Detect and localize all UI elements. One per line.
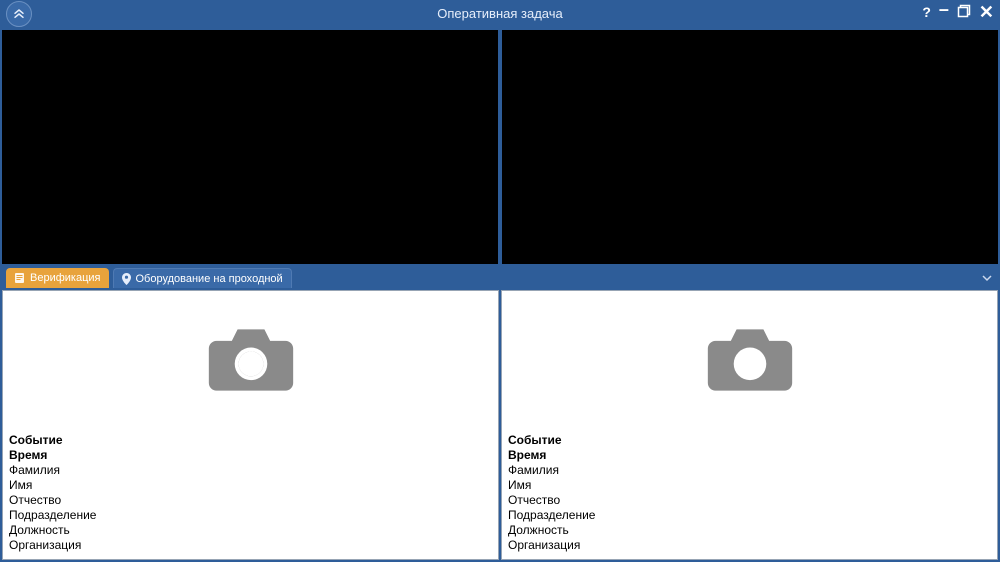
field-lastname: Фамилия bbox=[508, 463, 991, 478]
verify-pane-right: Событие Время Фамилия Имя Отчество Подра… bbox=[501, 290, 998, 560]
chevron-down-icon bbox=[982, 273, 992, 283]
restore-icon bbox=[957, 4, 971, 18]
field-time: Время bbox=[9, 448, 492, 463]
field-firstname: Имя bbox=[9, 478, 492, 493]
video-pane-left[interactable] bbox=[2, 30, 498, 264]
tab-equipment[interactable]: Оборудование на проходной bbox=[113, 268, 292, 288]
field-position: Должность bbox=[9, 523, 492, 538]
chevrons-up-icon bbox=[11, 6, 27, 22]
field-event: Событие bbox=[508, 433, 991, 448]
tab-strip: Верификация Оборудование на проходной bbox=[0, 268, 1000, 288]
camera-icon bbox=[205, 320, 297, 400]
field-time: Время bbox=[508, 448, 991, 463]
window-controls: ? – ✕ bbox=[922, 3, 994, 21]
verification-area: Событие Время Фамилия Имя Отчество Подра… bbox=[0, 288, 1000, 562]
field-organization: Организация bbox=[508, 538, 991, 553]
help-button[interactable]: ? bbox=[922, 5, 931, 19]
video-pane-right[interactable] bbox=[502, 30, 998, 264]
title-bar: Оперативная задача ? – ✕ bbox=[0, 0, 1000, 28]
field-lastname: Фамилия bbox=[9, 463, 492, 478]
tab-verification[interactable]: Верификация bbox=[6, 268, 109, 288]
location-pin-icon bbox=[122, 273, 131, 285]
field-firstname: Имя bbox=[508, 478, 991, 493]
camera-icon bbox=[704, 320, 796, 400]
field-patronymic: Отчество bbox=[9, 493, 492, 508]
window-title: Оперативная задача bbox=[437, 6, 562, 21]
field-department: Подразделение bbox=[508, 508, 991, 523]
field-event: Событие bbox=[9, 433, 492, 448]
tab-overflow-button[interactable] bbox=[982, 273, 992, 286]
app-logo bbox=[6, 1, 32, 27]
verify-pane-left: Событие Время Фамилия Имя Отчество Подра… bbox=[2, 290, 499, 560]
field-organization: Организация bbox=[9, 538, 492, 553]
field-department: Подразделение bbox=[9, 508, 492, 523]
minimize-button[interactable]: – bbox=[939, 0, 949, 18]
video-area bbox=[0, 28, 1000, 264]
document-icon bbox=[14, 272, 25, 284]
fields-right: Событие Время Фамилия Имя Отчество Подра… bbox=[502, 429, 997, 559]
fields-left: Событие Время Фамилия Имя Отчество Подра… bbox=[3, 429, 498, 559]
photo-placeholder-left bbox=[3, 291, 498, 429]
close-button[interactable]: ✕ bbox=[979, 3, 994, 21]
field-patronymic: Отчество bbox=[508, 493, 991, 508]
tab-verification-label: Верификация bbox=[30, 272, 101, 284]
photo-placeholder-right bbox=[502, 291, 997, 429]
tab-equipment-label: Оборудование на проходной bbox=[136, 273, 283, 285]
restore-button[interactable] bbox=[957, 4, 971, 20]
field-position: Должность bbox=[508, 523, 991, 538]
